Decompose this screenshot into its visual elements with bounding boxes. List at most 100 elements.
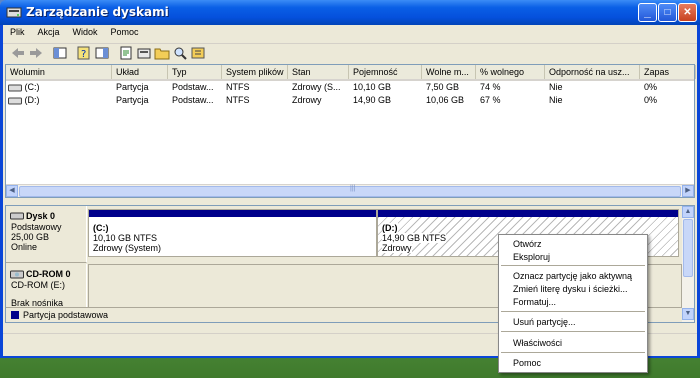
partition-label: (D:) <box>382 223 398 233</box>
horizontal-scrollbar[interactable]: ◀ ||| ▶ <box>6 184 694 197</box>
legend-primary-partition: Partycja podstawowa <box>23 310 109 320</box>
cdrom0-name: CD-ROM 0 <box>26 269 71 279</box>
cell-pojemnosc: 14,90 GB <box>353 95 392 105</box>
settings-icon[interactable] <box>190 45 206 61</box>
cd-rom-icon <box>10 270 24 279</box>
menu-pomoc[interactable]: Pomoc <box>104 25 145 37</box>
volume-list: Wolumin Układ Typ System plików Stan Poj… <box>5 64 696 198</box>
cell-wolne: 7,50 GB <box>426 82 460 92</box>
cell-uklad: Partycja <box>116 95 149 105</box>
col-system-plikow[interactable]: System plików <box>222 65 288 79</box>
cdrom0-drive: CD-ROM (E:) <box>11 280 65 290</box>
window-title: Zarządzanie dyskami <box>26 5 169 19</box>
cell-zapas: 0% <box>644 95 658 105</box>
cell-pojemnosc: 10,10 GB <box>353 82 392 92</box>
scroll-thumb[interactable] <box>683 219 693 277</box>
show-hide-tree-icon[interactable] <box>52 45 68 61</box>
cell-procent-wolnego: 74 % <box>480 82 501 92</box>
menu-widok[interactable]: Widok <box>66 25 104 37</box>
scroll-down-icon[interactable]: ▼ <box>682 308 694 320</box>
cell-typ: Podstaw... <box>172 82 214 92</box>
show-pane-icon[interactable] <box>94 45 110 61</box>
col-typ[interactable]: Typ <box>168 65 222 79</box>
volume-list-header: Wolumin Układ Typ System plików Stan Poj… <box>6 65 696 81</box>
scroll-up-icon[interactable]: ▲ <box>682 206 694 218</box>
cell-odpornosc: Nie <box>549 82 563 92</box>
disk0-type: Podstawowy <box>11 222 62 232</box>
col-zapas[interactable]: Zapas <box>640 65 696 79</box>
scroll-thumb[interactable]: ||| <box>19 185 681 197</box>
col-pojemnosc[interactable]: Pojemność <box>349 65 422 79</box>
cell-zapas: 0% <box>644 82 658 92</box>
disk0-size: 25,00 GB <box>11 232 50 242</box>
cell-uklad: Partycja <box>116 82 149 92</box>
partition-size: 10,10 GB NTFS <box>93 233 158 243</box>
drive-icon <box>8 97 22 105</box>
menu-item-open[interactable]: Otwórz <box>513 239 542 249</box>
menu-separator <box>501 352 645 353</box>
partition-context-menu: Otwórz Eksploruj Oznacz partycję jako ak… <box>498 234 648 373</box>
scroll-right-icon[interactable]: ▶ <box>682 185 694 197</box>
menu-plik[interactable]: Plik <box>3 25 31 37</box>
cell-volume: (C:) <box>6 80 112 94</box>
partition-size: 14,90 GB NTFS <box>382 233 447 243</box>
col-uklad[interactable]: Układ <box>112 65 168 79</box>
cell-procent-wolnego: 67 % <box>480 95 501 105</box>
help-topics-icon[interactable]: ? <box>76 45 92 61</box>
menu-separator <box>501 311 645 312</box>
volume-name: (D:) <box>24 95 40 105</box>
search-icon[interactable] <box>172 45 188 61</box>
disk0-status: Online <box>11 242 38 252</box>
menu-separator <box>501 265 645 266</box>
col-wolne[interactable]: Wolne m... <box>422 65 476 79</box>
svg-text:?: ? <box>81 49 86 60</box>
toolbar: ? <box>3 44 697 62</box>
back-arrow-icon[interactable] <box>10 45 26 61</box>
maximize-button[interactable]: □ <box>658 3 677 22</box>
cell-volume: (D:) <box>6 93 112 107</box>
properties-icon[interactable] <box>136 45 152 61</box>
cell-stan: Zdrowy <box>292 95 322 105</box>
partition-c[interactable]: (C:) 10,10 GB NTFS Zdrowy (System) <box>88 209 377 257</box>
menu-bar: Plik Akcja Widok Pomoc <box>3 25 697 44</box>
cell-system-plikow: NTFS <box>226 82 250 92</box>
scroll-grip: ||| <box>350 185 356 192</box>
cell-wolne: 10,06 GB <box>426 95 465 105</box>
open-folder-icon[interactable] <box>154 45 170 61</box>
col-odpornosc[interactable]: Odporność na usz... <box>545 65 640 79</box>
close-button[interactable]: ✕ <box>678 3 697 22</box>
menu-item-mark-active[interactable]: Oznacz partycję jako aktywną <box>513 271 632 281</box>
cell-stan: Zdrowy (S... <box>292 82 341 92</box>
menu-item-delete-partition[interactable]: Usuń partycję... <box>513 317 576 327</box>
cdrom0-label[interactable]: CD-ROM 0 CD-ROM (E:) Brak nośnika <box>6 264 87 309</box>
col-stan[interactable]: Stan <box>288 65 349 79</box>
cell-system-plikow: NTFS <box>226 95 250 105</box>
drive-icon <box>8 84 22 92</box>
forward-arrow-icon[interactable] <box>28 45 44 61</box>
menu-item-format[interactable]: Formatuj... <box>513 297 556 307</box>
legend-swatch <box>11 311 19 319</box>
col-wolumin[interactable]: Wolumin <box>6 65 112 79</box>
hard-disk-icon <box>10 212 24 220</box>
disk0-label[interactable]: Dysk 0 Podstawowy 25,00 GB Online <box>6 206 87 263</box>
menu-akcja[interactable]: Akcja <box>31 25 66 37</box>
disk-management-icon <box>6 7 22 18</box>
export-list-icon[interactable] <box>118 45 134 61</box>
cell-odpornosc: Nie <box>549 95 563 105</box>
partition-label: (C:) <box>93 223 109 233</box>
menu-item-explore[interactable]: Eksploruj <box>513 252 550 262</box>
table-row[interactable]: (C:) Partycja Podstaw... NTFS Zdrowy (S.… <box>6 80 694 94</box>
col-procent-wolnego[interactable]: % wolnego <box>476 65 545 79</box>
menu-separator <box>501 331 645 332</box>
minimize-button[interactable]: _ <box>638 3 657 22</box>
vertical-scrollbar[interactable]: ▲ ▼ <box>682 206 694 322</box>
title-bar[interactable]: Zarządzanie dyskami _ □ ✕ <box>0 0 700 25</box>
disk0-name: Dysk 0 <box>26 211 56 221</box>
scroll-left-icon[interactable]: ◀ <box>6 185 18 197</box>
table-row[interactable]: (D:) Partycja Podstaw... NTFS Zdrowy 14,… <box>6 93 694 107</box>
menu-item-properties[interactable]: Właściwości <box>513 338 562 348</box>
partition-bar <box>89 210 376 217</box>
menu-item-change-letter[interactable]: Zmień literę dysku i ścieżki... <box>513 284 628 294</box>
menu-item-help[interactable]: Pomoc <box>513 358 541 368</box>
partition-bar <box>378 210 678 217</box>
